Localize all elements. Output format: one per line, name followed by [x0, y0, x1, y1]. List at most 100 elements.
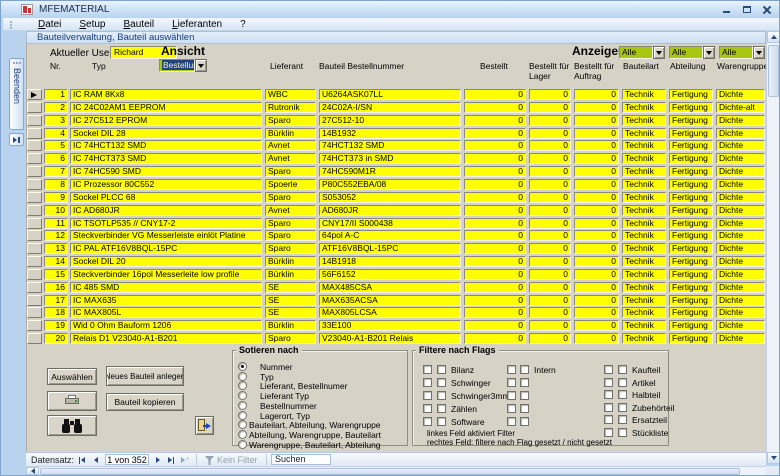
- cell-bestellnummer[interactable]: 56F6152: [319, 268, 461, 280]
- cell-typ[interactable]: IC 74HCT373 SMD: [70, 153, 262, 165]
- flag-activate-checkbox-col3-1[interactable]: [604, 377, 613, 387]
- flag-value-checkbox-col1-3[interactable]: [437, 404, 446, 413]
- flag-activate-checkbox-col3-2[interactable]: [604, 390, 613, 399]
- auswaehlen-button[interactable]: Auswählen: [47, 368, 97, 385]
- cell-bauteilart[interactable]: Technik: [622, 320, 666, 332]
- cell-lieferant[interactable]: WBC: [265, 89, 316, 100]
- cell-abteilung[interactable]: Fertigung: [669, 217, 713, 229]
- cell-bauteilart[interactable]: Technik: [622, 89, 666, 100]
- cell-bestellt[interactable]: 0: [464, 89, 526, 100]
- cell-bauteilart[interactable]: Technik: [622, 307, 666, 319]
- cell-nr[interactable]: 16: [44, 281, 68, 293]
- cell-bauteilart[interactable]: Technik: [622, 230, 666, 242]
- print-button[interactable]: [47, 391, 97, 411]
- cell-bestellnummer[interactable]: AD680JR: [319, 204, 461, 216]
- cell-warengruppe[interactable]: Dichte: [716, 153, 765, 165]
- cell-bestellt[interactable]: 0: [464, 153, 526, 165]
- cell-lieferant[interactable]: Bürklin: [265, 268, 316, 280]
- vertical-scrollbar[interactable]: [766, 31, 779, 464]
- cell-auftrag[interactable]: 0: [574, 243, 619, 255]
- cell-lieferant[interactable]: Rutronik: [265, 101, 316, 113]
- cell-auftrag[interactable]: 0: [574, 204, 619, 216]
- cell-lager[interactable]: 0: [529, 153, 571, 165]
- anzeigen-filter-2-combobox[interactable]: Alle: [669, 46, 715, 59]
- cell-bestellt[interactable]: 0: [464, 230, 526, 242]
- cell-lager[interactable]: 0: [529, 89, 571, 100]
- cell-bestellnummer[interactable]: 74HCT132 SMD: [319, 140, 461, 152]
- cell-nr[interactable]: 4: [44, 127, 68, 139]
- cell-bauteilart[interactable]: Technik: [622, 166, 666, 178]
- cell-typ[interactable]: IC 24C02AM1 EEPROM: [70, 101, 262, 113]
- row-selector[interactable]: [27, 307, 42, 319]
- cell-lager[interactable]: 0: [529, 191, 571, 203]
- scroll-down-button[interactable]: [767, 452, 779, 464]
- cell-warengruppe[interactable]: Dichte: [716, 89, 765, 100]
- cell-typ[interactable]: Relais D1 V23040-A1-B201: [70, 333, 262, 345]
- bauteil-kopieren-button[interactable]: Bauteil kopieren: [106, 393, 184, 411]
- row-selector[interactable]: [27, 281, 42, 293]
- flag-activate-checkbox-col1-2[interactable]: [423, 391, 432, 400]
- cell-warengruppe[interactable]: Dichte: [716, 307, 765, 319]
- table-row[interactable]: 20 Relais D1 V23040-A1-B201 Sparo V23040-A1…: [27, 333, 766, 346]
- cell-bestellt[interactable]: 0: [464, 281, 526, 293]
- table-row[interactable]: 19 Wid 0 Ohm Bauform 1206 Bürklin 33E100 0 0 0…: [27, 320, 766, 333]
- table-row[interactable]: 14 Sockel DIL 20 Bürklin 14B1918 0 0 0 Technik F…: [27, 256, 766, 269]
- cell-warengruppe[interactable]: Dichte: [716, 294, 765, 306]
- cell-bestellnummer[interactable]: 27C512-10: [319, 114, 461, 126]
- sort-radio-1[interactable]: [238, 371, 247, 381]
- cell-typ[interactable]: IC PAL ATF16V8BQL-15PC: [70, 243, 262, 255]
- flag-activate-checkbox-col3-5[interactable]: [604, 427, 613, 437]
- cell-bauteilart[interactable]: Technik: [622, 153, 666, 165]
- cell-abteilung[interactable]: Fertigung: [669, 307, 713, 319]
- menu-item-setup[interactable]: Setup: [77, 19, 107, 30]
- cell-nr[interactable]: 14: [44, 256, 68, 268]
- table-row[interactable]: 17 IC MAX635 SE MAX635ACSA 0 0 0 Technik Fertigu…: [27, 294, 766, 308]
- cell-bestellnummer[interactable]: CNY17/II S000438: [319, 217, 461, 229]
- row-selector[interactable]: [27, 294, 42, 306]
- flag-activate-checkbox-col1-3[interactable]: [423, 404, 432, 413]
- table-row[interactable]: 6 IC 74HCT373 SMD Avnet 74HCT373 in SMD 0 0 0 T…: [27, 153, 766, 166]
- cell-warengruppe[interactable]: Dichte: [716, 204, 765, 216]
- cell-typ[interactable]: Steckverbinder VG Messerleiste einlöt Pl…: [70, 230, 262, 242]
- cell-auftrag[interactable]: 0: [574, 127, 619, 139]
- cell-bauteilart[interactable]: Technik: [622, 191, 666, 203]
- cell-lieferant[interactable]: Sparo: [265, 191, 316, 203]
- cell-bestellt[interactable]: 0: [464, 101, 526, 113]
- sort-radio-8[interactable]: [238, 439, 247, 449]
- table-row[interactable]: 1 IC RAM 8Kx8 WBC U6264ASK07LL 0 0 0 Technik Fer…: [27, 89, 766, 102]
- cell-bestellt[interactable]: 0: [464, 243, 526, 255]
- cell-lager[interactable]: 0: [529, 114, 571, 126]
- beenden-side-tab[interactable]: Beenden: [9, 58, 24, 130]
- flag-activate-checkbox-col1-0[interactable]: [423, 365, 432, 374]
- cell-bauteilart[interactable]: Technik: [622, 127, 666, 139]
- cell-auftrag[interactable]: 0: [574, 333, 619, 345]
- row-selector[interactable]: [27, 140, 42, 152]
- cell-lager[interactable]: 0: [529, 178, 571, 190]
- cell-abteilung[interactable]: Fertigung: [669, 281, 713, 293]
- flag-value-checkbox-col2-1[interactable]: [520, 378, 529, 387]
- cell-lieferant[interactable]: SE: [265, 294, 316, 306]
- cell-bestellt[interactable]: 0: [464, 333, 526, 345]
- cell-bauteilart[interactable]: Technik: [622, 243, 666, 255]
- cell-warengruppe[interactable]: Dichte: [716, 268, 765, 280]
- cell-bestellt[interactable]: 0: [464, 294, 526, 306]
- cell-auftrag[interactable]: 0: [574, 140, 619, 152]
- cell-abteilung[interactable]: Fertigung: [669, 127, 713, 139]
- cell-bestellt[interactable]: 0: [464, 307, 526, 319]
- row-selector[interactable]: [27, 243, 42, 255]
- cell-bauteilart[interactable]: Technik: [622, 114, 666, 126]
- cell-lieferant[interactable]: Bürklin: [265, 256, 316, 268]
- filter-state-label[interactable]: Kein Filter: [217, 455, 258, 465]
- cell-lieferant[interactable]: Avnet: [265, 204, 316, 216]
- cell-auftrag[interactable]: 0: [574, 166, 619, 178]
- cell-lager[interactable]: 0: [529, 320, 571, 332]
- cell-lieferant[interactable]: Sparo: [265, 230, 316, 242]
- row-selector[interactable]: [27, 166, 42, 178]
- horizontal-scrollbar-thumb[interactable]: [40, 468, 740, 475]
- cell-bestellt[interactable]: 0: [464, 178, 526, 190]
- cell-abteilung[interactable]: Fertigung: [669, 114, 713, 126]
- cell-nr[interactable]: 11: [44, 217, 68, 229]
- cell-warengruppe[interactable]: Dichte: [716, 114, 765, 126]
- flag-activate-checkbox-col2-4[interactable]: [507, 417, 516, 426]
- cell-lager[interactable]: 0: [529, 204, 571, 216]
